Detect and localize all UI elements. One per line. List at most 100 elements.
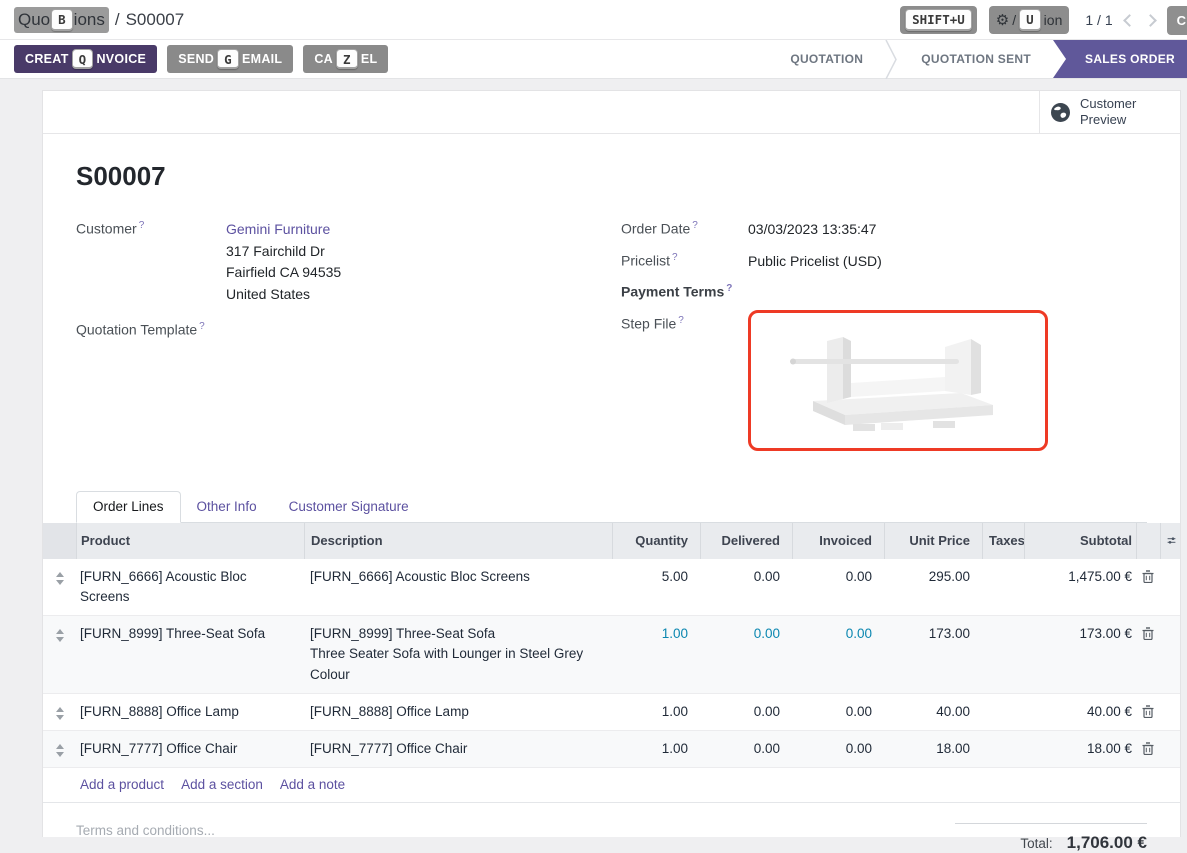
cancel-button[interactable]: CA Z EL (303, 45, 388, 73)
delete-row-button[interactable] (1136, 559, 1160, 616)
header-quantity[interactable]: Quantity (612, 523, 700, 559)
top-navbar: Quo B ions / S00007 SHIFT+U ⚙ / U ion 1 … (0, 0, 1187, 40)
table-header-row: Product Description Quantity Delivered I… (43, 523, 1180, 559)
cell-delivered[interactable]: 0.00 (700, 694, 792, 730)
description-line2: Three Seater Sofa with Lounger in Steel … (310, 644, 606, 685)
row-drag-handle[interactable] (43, 559, 76, 616)
sheet-top-band: Customer Preview (43, 91, 1180, 134)
cell-taxes[interactable] (982, 731, 1024, 767)
cell-description[interactable]: [FURN_8888] Office Lamp (304, 694, 612, 730)
hint-badge-q: Q (72, 49, 94, 69)
cell-subtotal: 1,475.00 € (1024, 559, 1136, 616)
cell-product[interactable]: [FURN_8999] Three-Seat Sofa (76, 616, 304, 693)
breadcrumb-section-right: ions (74, 10, 105, 30)
cell-quantity[interactable]: 1.00 (612, 616, 700, 693)
table-footer-links: Add a product Add a section Add a note (43, 768, 1180, 803)
cell-quantity[interactable]: 1.00 (612, 731, 700, 767)
cell-unit-price[interactable]: 173.00 (884, 616, 982, 693)
create-button[interactable]: C (1167, 6, 1187, 35)
print-menu-button[interactable]: SHIFT+U (900, 6, 977, 34)
cell-unit-price[interactable]: 40.00 (884, 694, 982, 730)
hint-badge-g: G (217, 49, 239, 69)
field-grid: Customer? Gemini Furniture 317 Fairchild… (76, 219, 1147, 461)
header-invoiced[interactable]: Invoiced (792, 523, 884, 559)
cell-subtotal: 40.00 € (1024, 694, 1136, 730)
total-box: Total: 1,706.00 € (955, 823, 1147, 853)
tab-other-info[interactable]: Other Info (181, 492, 273, 522)
send-email-left: SEND (178, 52, 214, 66)
cell-taxes[interactable] (982, 616, 1024, 693)
header-product[interactable]: Product (76, 523, 304, 559)
action-menu-slash: / (1012, 12, 1016, 28)
stage-quotation[interactable]: QUOTATION (768, 40, 885, 78)
field-step-file: Step File? (621, 314, 1147, 451)
drag-handle-icon (56, 572, 64, 608)
row-drag-handle[interactable] (43, 694, 76, 730)
customer-link[interactable]: Gemini Furniture (226, 219, 341, 241)
header-description[interactable]: Description (304, 523, 612, 559)
row-drag-handle[interactable] (43, 731, 76, 767)
cell-invoiced[interactable]: 0.00 (792, 616, 884, 693)
cell-delivered[interactable]: 0.00 (700, 731, 792, 767)
customer-preview-button[interactable]: Customer Preview (1039, 91, 1180, 133)
stage-quotation-sent[interactable]: QUOTATION SENT (899, 40, 1053, 78)
breadcrumb-separator: / (115, 10, 120, 30)
cell-invoiced[interactable]: 0.00 (792, 731, 884, 767)
header-subtotal[interactable]: Subtotal (1024, 523, 1136, 559)
customer-address-line3: United States (226, 284, 341, 306)
cell-invoiced[interactable]: 0.00 (792, 694, 884, 730)
header-unit-price[interactable]: Unit Price (884, 523, 982, 559)
cell-subtotal: 173.00 € (1024, 616, 1136, 693)
row-drag-handle[interactable] (43, 616, 76, 693)
cell-quantity[interactable]: 1.00 (612, 694, 700, 730)
header-taxes[interactable]: Taxes (982, 523, 1024, 559)
cell-taxes[interactable] (982, 694, 1024, 730)
cell-description[interactable]: [FURN_6666] Acoustic Bloc Screens (304, 559, 612, 616)
cell-description[interactable]: [FURN_8999] Three-Seat Sofa Three Seater… (304, 616, 612, 693)
send-email-button[interactable]: SEND G EMAIL (167, 45, 293, 73)
cell-unit-price[interactable]: 295.00 (884, 559, 982, 616)
help-icon: ? (678, 315, 684, 326)
cell-delivered[interactable]: 0.00 (700, 559, 792, 616)
trash-icon (1142, 627, 1154, 640)
table-row: [FURN_7777] Office Chair [FURN_7777] Off… (43, 731, 1180, 768)
pricelist-value[interactable]: Public Pricelist (USD) (748, 251, 882, 273)
customer-preview-line1: Customer (1080, 96, 1136, 112)
cell-delivered[interactable]: 0.00 (700, 616, 792, 693)
header-trash-spacer (1136, 523, 1160, 559)
cell-product[interactable]: [FURN_7777] Office Chair (76, 731, 304, 767)
pager-next-icon[interactable] (1144, 14, 1157, 27)
help-icon: ? (672, 252, 678, 263)
customer-label: Customer? (76, 219, 226, 306)
create-invoice-button[interactable]: CREAT Q NVOICE (14, 45, 157, 73)
field-order-date: Order Date? 03/03/2023 13:35:47 (621, 219, 1147, 241)
breadcrumb-quotations[interactable]: Quo B ions (14, 7, 109, 33)
tab-order-lines[interactable]: Order Lines (76, 491, 181, 523)
delete-row-button[interactable] (1136, 694, 1160, 730)
optional-columns-button[interactable] (1160, 523, 1182, 559)
step-file-image[interactable] (748, 310, 1048, 451)
add-a-note-link[interactable]: Add a note (280, 777, 345, 792)
action-menu-button[interactable]: ⚙ / U ion (989, 6, 1070, 34)
cell-product[interactable]: [FURN_8888] Office Lamp (76, 694, 304, 730)
stage-sales-order[interactable]: SALES ORDER (1053, 40, 1187, 78)
delete-row-button[interactable] (1136, 731, 1160, 767)
order-date-value[interactable]: 03/03/2023 13:35:47 (748, 219, 876, 241)
drag-handle-icon (56, 629, 64, 685)
cell-taxes[interactable] (982, 559, 1024, 616)
pager-previous-icon[interactable] (1123, 14, 1136, 27)
help-icon: ? (199, 321, 205, 332)
header-delivered[interactable]: Delivered (700, 523, 792, 559)
terms-and-conditions-input[interactable]: Terms and conditions... (76, 823, 215, 853)
field-payment-terms: Payment Terms? (621, 282, 1147, 300)
cell-description[interactable]: [FURN_7777] Office Chair (304, 731, 612, 767)
cell-product[interactable]: [FURN_6666] Acoustic Bloc Screens (76, 559, 304, 616)
cell-invoiced[interactable]: 0.00 (792, 559, 884, 616)
cell-unit-price[interactable]: 18.00 (884, 731, 982, 767)
delete-row-button[interactable] (1136, 616, 1160, 693)
add-a-product-link[interactable]: Add a product (80, 777, 164, 792)
tab-customer-signature[interactable]: Customer Signature (273, 492, 425, 522)
cell-quantity[interactable]: 5.00 (612, 559, 700, 616)
add-a-section-link[interactable]: Add a section (181, 777, 263, 792)
payment-terms-label: Payment Terms? (621, 282, 748, 300)
